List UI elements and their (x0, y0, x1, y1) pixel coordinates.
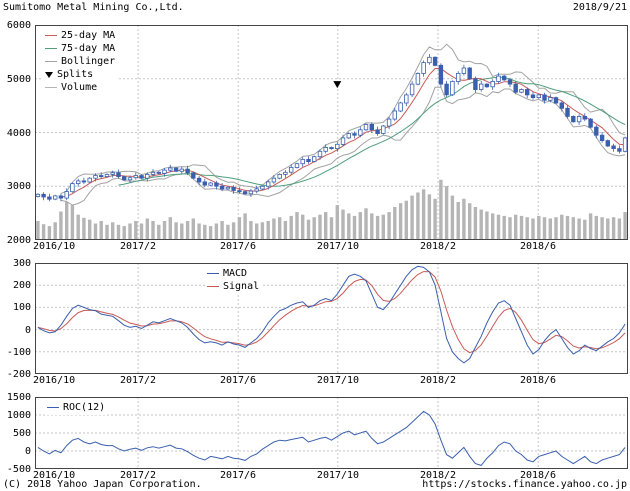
legend-label: 75-day MA (61, 43, 115, 54)
y-axis-label: 100 (0, 302, 31, 313)
y-axis-label: -200 (0, 369, 31, 380)
stock-chart-page: Sumitomo Metal Mining Co.,Ltd. 2018/9/21… (0, 0, 630, 491)
price-legend: 25-day MA 75-day MA Bollinger Splits Vol… (43, 28, 117, 95)
legend-item-splits: Splits (45, 68, 115, 81)
legend-item-roc: ROC(12) (47, 401, 105, 414)
date-label: 2018/9/21 (573, 3, 627, 13)
legend-item-ma75: 75-day MA (45, 42, 115, 55)
macd-line-icon (207, 273, 219, 274)
y-axis-label: 2000 (0, 235, 31, 246)
x-axis-label: 2017/10 (310, 376, 366, 386)
x-axis-label: 2017/10 (310, 242, 366, 252)
legend-label: Volume (61, 82, 97, 93)
y-axis-label: 5000 (0, 74, 31, 85)
bollinger-line-icon (45, 61, 57, 62)
legend-item-bollinger: Bollinger (45, 55, 115, 68)
y-axis-label: 1500 (0, 392, 31, 403)
y-axis-label: -100 (0, 347, 31, 358)
legend-label: Signal (223, 281, 259, 292)
roc-chart (35, 397, 628, 469)
roc-line-icon (47, 407, 59, 408)
page-title: Sumitomo Metal Mining Co.,Ltd. (3, 3, 184, 13)
split-marker-icon (45, 72, 53, 78)
y-axis-label: 1000 (0, 410, 31, 421)
y-axis-label: -500 (0, 464, 31, 475)
macd-chart (35, 263, 628, 374)
x-axis-label: 2018/6 (510, 471, 566, 481)
y-axis-label: 200 (0, 280, 31, 291)
legend-label: Bollinger (61, 56, 115, 67)
x-axis-label: 2017/6 (210, 471, 266, 481)
x-axis-label: 2017/6 (210, 376, 266, 386)
ma25-line-icon (45, 35, 57, 36)
legend-item-volume: Volume (45, 81, 115, 94)
ma75-line-icon (45, 48, 57, 49)
macd-legend: MACD Signal (205, 266, 261, 294)
legend-label: ROC(12) (63, 402, 105, 413)
x-axis-label: 2017/10 (310, 471, 366, 481)
y-axis-label: 300 (0, 258, 31, 269)
signal-line-icon (207, 286, 219, 287)
legend-item-macd: MACD (207, 267, 259, 280)
price-chart (35, 25, 628, 240)
roc-legend: ROC(12) (45, 400, 107, 415)
footer-url: https://stocks.finance.yahoo.co.jp (422, 480, 627, 490)
legend-item-ma25: 25-day MA (45, 29, 115, 42)
x-axis-label: 2016/10 (33, 471, 89, 481)
legend-label: MACD (223, 268, 247, 279)
legend-item-signal: Signal (207, 280, 259, 293)
y-axis-label: 6000 (0, 20, 31, 31)
x-axis-label: 2018/2 (410, 471, 466, 481)
x-axis-label: 2018/2 (410, 242, 466, 252)
x-axis-label: 2017/6 (210, 242, 266, 252)
y-axis-label: 3000 (0, 181, 31, 192)
volume-bar-icon (45, 87, 57, 88)
x-axis-label: 2018/6 (510, 376, 566, 386)
y-axis-label: 4000 (0, 128, 31, 139)
x-axis-label: 2017/2 (110, 376, 166, 386)
x-axis-label: 2016/10 (33, 376, 89, 386)
copyright-text: (C) 2018 Yahoo Japan Corporation. (3, 480, 202, 490)
x-axis-label: 2016/10 (33, 242, 89, 252)
x-axis-label: 2018/2 (410, 376, 466, 386)
x-axis-label: 2017/2 (110, 242, 166, 252)
y-axis-label: 0 (0, 446, 31, 457)
x-axis-label: 2018/6 (510, 242, 566, 252)
x-axis-label: 2017/2 (110, 471, 166, 481)
legend-label: Splits (57, 69, 93, 80)
legend-label: 25-day MA (61, 30, 115, 41)
y-axis-label: 500 (0, 428, 31, 439)
y-axis-label: 0 (0, 325, 31, 336)
